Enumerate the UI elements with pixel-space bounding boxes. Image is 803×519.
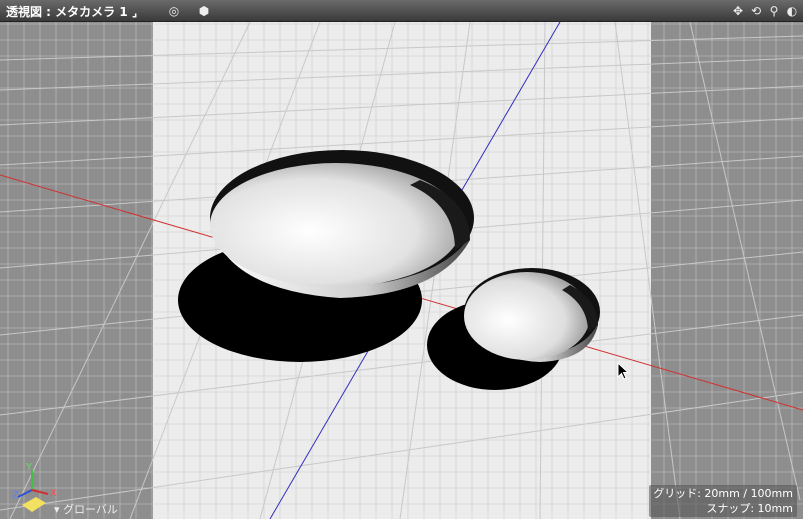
coordinate-mode-dropdown[interactable]: ▾ グローバル (54, 501, 118, 517)
mouse-cursor-icon (617, 362, 630, 380)
axis-z-label: Z (12, 490, 19, 501)
axis-y-label: Y (26, 462, 33, 473)
cube-icon[interactable]: ⬢ (196, 3, 212, 19)
viewport-title[interactable]: 透視図 : メタカメラ 1 ⌟ (6, 3, 138, 20)
zoom-view-icon[interactable]: ⚲ (766, 3, 782, 19)
move-view-icon[interactable]: ✥ (730, 3, 746, 19)
rotate-view-icon[interactable]: ⟲ (748, 3, 764, 19)
grid-size-label: グリッド: 20mm / 100mm (653, 487, 793, 500)
display-mode-icon[interactable]: ◐ (784, 3, 800, 19)
target-icon[interactable]: ◎ (166, 3, 182, 19)
grid-snap-info: グリッド: 20mm / 100mm スナップ: 10mm (649, 485, 797, 517)
perspective-viewport[interactable]: Y X Z 透視図 : メタカメラ 1 ⌟ ◎ ⬢ ✥ ⟲ ⚲ ◐ ▾ グローバ… (0, 0, 803, 519)
snap-size-label: スナップ: 10mm (706, 502, 793, 515)
3d-scene[interactable] (0, 22, 803, 519)
axis-x-label: X (50, 488, 57, 499)
viewport-titlebar: 透視図 : メタカメラ 1 ⌟ ◎ ⬢ ✥ ⟲ ⚲ ◐ (0, 0, 803, 22)
small-bowl[interactable] (464, 268, 600, 362)
